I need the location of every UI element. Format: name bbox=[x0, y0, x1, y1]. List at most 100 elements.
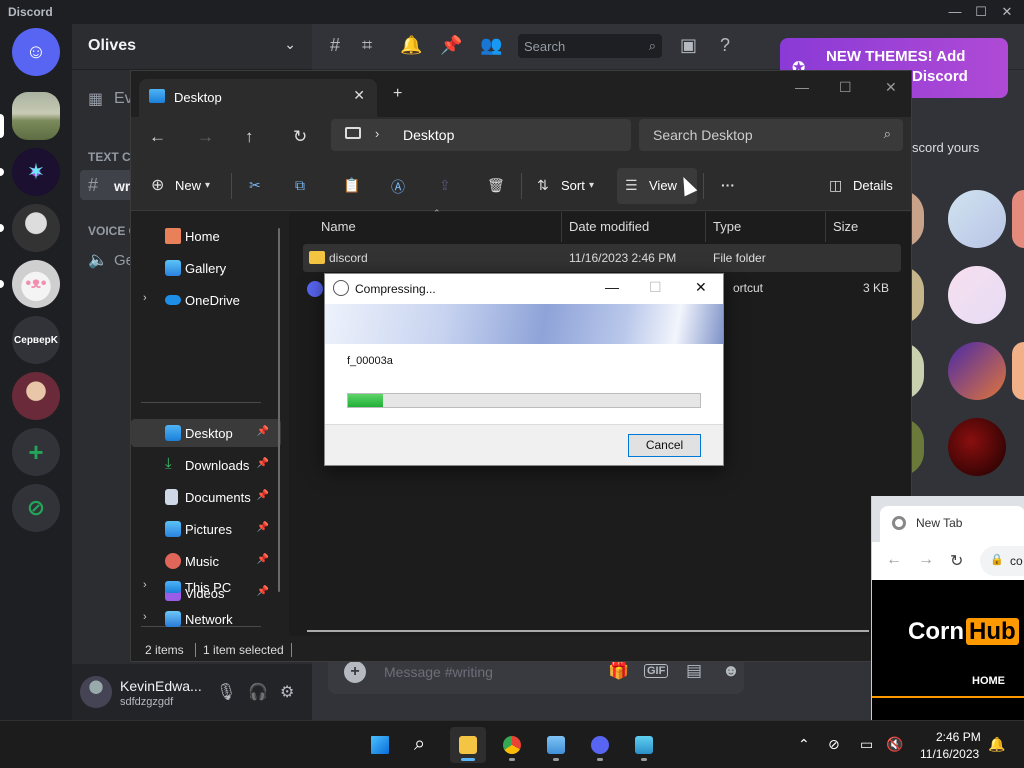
column-header-type[interactable]: Type bbox=[713, 219, 741, 234]
username[interactable]: KevinEdwa... bbox=[120, 678, 202, 694]
taskbar-chrome[interactable] bbox=[494, 727, 530, 763]
members-icon[interactable]: 👥 bbox=[480, 35, 502, 56]
inbox-icon[interactable]: ▣ bbox=[680, 35, 697, 56]
sidebar-item-gallery[interactable]: Gallery bbox=[131, 254, 281, 282]
chevron-right-icon[interactable]: › bbox=[143, 579, 147, 591]
column-header-name[interactable]: Name bbox=[321, 219, 356, 234]
gif-icon[interactable]: GIF bbox=[644, 664, 669, 678]
maximize-icon[interactable]: ☐ bbox=[839, 79, 852, 96]
chevron-right-icon[interactable]: › bbox=[143, 292, 147, 304]
clock-date[interactable]: 11/16/2023 bbox=[920, 747, 979, 761]
forward-arrow-icon[interactable]: → bbox=[918, 551, 934, 569]
column-header-date[interactable]: Date modified bbox=[569, 219, 649, 234]
new-tab-icon[interactable]: + bbox=[393, 85, 402, 103]
discord-home-button[interactable]: ☺ bbox=[12, 28, 60, 76]
theme-swatch-partial[interactable] bbox=[1012, 342, 1024, 400]
sticker-icon[interactable]: ▤ bbox=[686, 661, 702, 681]
bell-icon[interactable]: 🔔 bbox=[400, 35, 422, 56]
explore-servers-button[interactable]: ⊘ bbox=[12, 484, 60, 532]
server-landscape[interactable] bbox=[12, 92, 60, 140]
notification-bell-icon[interactable]: 🔔 bbox=[988, 736, 1005, 753]
more-options-icon[interactable]: ··· bbox=[721, 177, 735, 193]
theme-swatch[interactable] bbox=[948, 418, 1006, 476]
close-tab-icon[interactable]: ✕ bbox=[353, 87, 365, 104]
theme-swatch[interactable] bbox=[948, 266, 1006, 324]
explorer-tab-desktop[interactable]: Desktop ✕ bbox=[139, 79, 377, 117]
theme-swatch[interactable] bbox=[948, 190, 1006, 248]
add-server-button[interactable]: + bbox=[12, 428, 60, 476]
chrome-address-bar[interactable]: 🔒 co bbox=[980, 546, 1024, 576]
no-network-icon[interactable]: ⊘ bbox=[828, 736, 840, 753]
minimize-icon[interactable]: — bbox=[795, 79, 809, 95]
pin-icon[interactable]: 📌 bbox=[257, 554, 269, 565]
close-icon[interactable]: ✕ bbox=[885, 79, 897, 96]
taskbar-photos[interactable] bbox=[538, 727, 574, 763]
taskbar-file-explorer[interactable] bbox=[450, 727, 486, 763]
column-divider[interactable] bbox=[705, 212, 706, 242]
gift-icon[interactable]: 🎁 bbox=[608, 661, 629, 681]
address-bar[interactable]: › Desktop bbox=[331, 119, 631, 151]
column-divider[interactable] bbox=[561, 212, 562, 242]
sort-button[interactable]: Sort bbox=[561, 178, 585, 193]
sidebar-scrollbar[interactable] bbox=[278, 228, 280, 592]
delete-icon[interactable]: 🗑 bbox=[487, 177, 505, 194]
site-logo[interactable]: Corn Hub bbox=[908, 618, 1019, 646]
column-divider[interactable] bbox=[825, 212, 826, 242]
explorer-search-input[interactable]: Search Desktop ⌕ bbox=[639, 119, 903, 151]
rename-icon[interactable]: Ⓐ bbox=[391, 177, 405, 197]
threads-icon[interactable]: ⌗ bbox=[362, 35, 372, 56]
display-icon[interactable]: ▭ bbox=[860, 736, 873, 753]
sidebar-item-network[interactable]: › Network bbox=[131, 605, 281, 633]
minimize-icon[interactable]: — bbox=[605, 279, 619, 295]
server-portrait[interactable] bbox=[12, 204, 60, 252]
search-button[interactable]: ⌕ bbox=[406, 727, 442, 763]
help-icon[interactable]: ? bbox=[720, 35, 730, 56]
attach-plus-icon[interactable]: + bbox=[344, 661, 366, 683]
sort-icon[interactable]: ⇅ bbox=[537, 177, 549, 194]
server-cat[interactable]: •ᴥ• bbox=[12, 260, 60, 308]
avatar[interactable] bbox=[80, 676, 112, 708]
pin-icon[interactable]: 📌 bbox=[257, 426, 269, 437]
discord-search-input[interactable]: Search ⌕ bbox=[518, 34, 662, 58]
up-arrow-icon[interactable]: ↑ bbox=[245, 127, 254, 147]
back-arrow-icon[interactable]: ← bbox=[886, 551, 902, 569]
headphones-icon[interactable]: 🎧 bbox=[248, 682, 268, 702]
text-category[interactable]: TEXT C bbox=[88, 150, 131, 164]
chevron-right-icon[interactable]: › bbox=[143, 611, 147, 623]
speaker-muted-icon[interactable]: 🔇 bbox=[886, 736, 903, 753]
table-row[interactable]: discord 11/16/2023 2:46 PM File folder bbox=[303, 244, 901, 272]
refresh-icon[interactable]: ↻ bbox=[950, 551, 963, 571]
sidebar-item-documents[interactable]: Documents 📌 bbox=[131, 483, 281, 511]
server-header[interactable]: Olives ⌄ bbox=[72, 24, 312, 70]
pin-icon[interactable]: 📌 bbox=[440, 35, 462, 56]
theme-swatch[interactable] bbox=[948, 342, 1006, 400]
maximize-icon[interactable]: ☐ bbox=[968, 3, 994, 21]
details-button[interactable]: Details bbox=[853, 178, 893, 193]
minimize-icon[interactable]: — bbox=[942, 3, 968, 21]
copy-icon[interactable]: ⧉ bbox=[295, 177, 305, 194]
sidebar-item-home[interactable]: Home bbox=[131, 222, 281, 250]
sidebar-item-pictures[interactable]: Pictures 📌 bbox=[131, 515, 281, 543]
pin-icon[interactable]: 📌 bbox=[257, 458, 269, 469]
horizontal-scrollbar[interactable] bbox=[307, 630, 869, 632]
microphone-icon[interactable]: 🎙 bbox=[216, 682, 236, 702]
refresh-icon[interactable]: ↻ bbox=[293, 127, 307, 147]
start-button[interactable] bbox=[362, 727, 398, 763]
paste-icon[interactable]: 📋 bbox=[343, 177, 360, 194]
chrome-tab-new[interactable]: New Tab bbox=[880, 506, 1024, 542]
taskbar-app[interactable] bbox=[626, 727, 662, 763]
theme-swatch-partial[interactable] bbox=[1012, 190, 1024, 248]
details-pane-icon[interactable]: ◫ bbox=[829, 177, 842, 194]
sidebar-item-thispc[interactable]: › This PC bbox=[131, 573, 281, 601]
sidebar-item-desktop[interactable]: Desktop 📌 bbox=[131, 419, 281, 447]
share-icon[interactable]: ⇪ bbox=[439, 177, 451, 194]
cut-icon[interactable]: ✂ bbox=[249, 177, 261, 194]
cancel-button[interactable]: Cancel bbox=[628, 434, 701, 457]
sidebar-item-onedrive[interactable]: › OneDrive bbox=[131, 286, 281, 314]
gear-icon[interactable]: ⚙ bbox=[280, 682, 294, 702]
emoji-icon[interactable]: ☻ bbox=[722, 661, 740, 681]
close-icon[interactable]: ✕ bbox=[994, 3, 1020, 21]
server-serverk[interactable]: CepвepK bbox=[12, 316, 60, 364]
view-list-icon[interactable]: ☰ bbox=[625, 177, 638, 194]
view-button[interactable]: View bbox=[649, 178, 677, 193]
